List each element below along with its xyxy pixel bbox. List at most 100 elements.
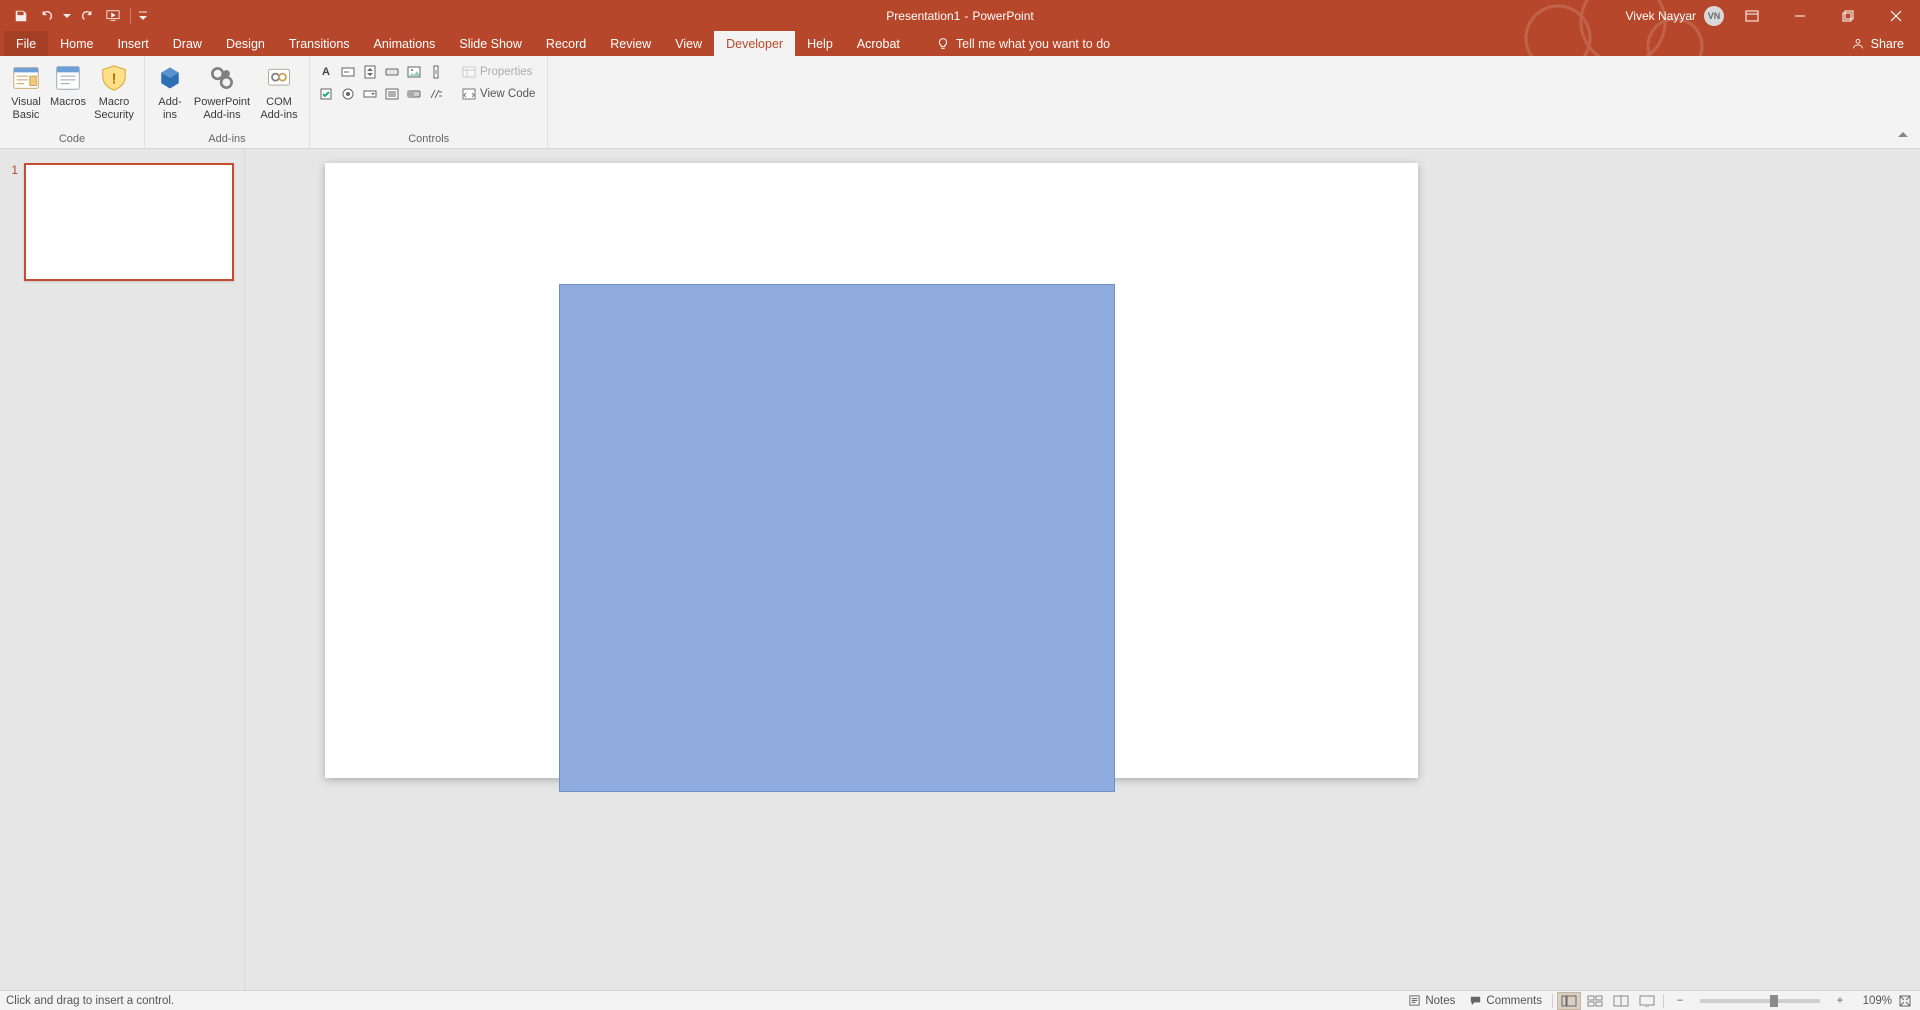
thumbnail-1[interactable]: 1 xyxy=(6,163,234,281)
tab-view[interactable]: View xyxy=(663,31,714,56)
tab-help[interactable]: Help xyxy=(795,31,845,56)
comments-button[interactable]: Comments xyxy=(1463,992,1548,1010)
tab-insert[interactable]: Insert xyxy=(106,31,161,56)
view-code-label: View Code xyxy=(480,88,535,100)
tab-acrobat[interactable]: Acrobat xyxy=(845,31,912,56)
control-textbox-button[interactable] xyxy=(338,62,358,82)
tab-review[interactable]: Review xyxy=(598,31,663,56)
share-label: Share xyxy=(1871,37,1904,51)
undo-more-button[interactable] xyxy=(62,5,72,27)
tab-developer[interactable]: Developer xyxy=(714,31,795,56)
addins-button[interactable]: Add- ins xyxy=(151,58,189,121)
control-label-button[interactable]: A xyxy=(316,62,336,82)
start-from-beginning-button[interactable] xyxy=(102,5,124,27)
activex-control-placeholder[interactable] xyxy=(559,284,1115,792)
control-combobox-button[interactable] xyxy=(360,84,380,104)
slide-thumbnails-pane[interactable]: 1 xyxy=(0,149,245,990)
slide-sorter-view-button[interactable] xyxy=(1583,992,1607,1010)
title-separator: - xyxy=(964,9,968,23)
com-addins-button[interactable]: COM Add-ins xyxy=(255,58,303,121)
tell-me-search[interactable]: Tell me what you want to do xyxy=(924,31,1122,56)
save-button[interactable] xyxy=(10,5,32,27)
control-morecontrols-button[interactable] xyxy=(426,84,446,104)
view-code-button[interactable]: View Code xyxy=(456,84,541,104)
avatar[interactable]: VN xyxy=(1704,6,1724,26)
control-optionbutton-button[interactable] xyxy=(338,84,358,104)
zoom-in-button[interactable]: + xyxy=(1828,992,1852,1010)
tab-transitions[interactable]: Transitions xyxy=(277,31,362,56)
title-bar: Presentation1 - PowerPoint Vivek Nayyar … xyxy=(0,0,1920,31)
reading-view-button[interactable] xyxy=(1609,992,1633,1010)
quick-access-toolbar xyxy=(0,5,149,27)
ribbon-display-options-button[interactable] xyxy=(1732,0,1772,31)
group-controls-label: Controls xyxy=(408,131,449,148)
tab-record[interactable]: Record xyxy=(534,31,598,56)
visual-basic-button[interactable]: Visual Basic xyxy=(6,58,46,121)
comments-label: Comments xyxy=(1486,995,1542,1007)
slideshow-view-button[interactable] xyxy=(1635,992,1659,1010)
status-bar: Click and drag to insert a control. Note… xyxy=(0,990,1920,1010)
slide-editor[interactable] xyxy=(245,149,1920,990)
maximize-button[interactable] xyxy=(1828,0,1868,31)
tab-draw[interactable]: Draw xyxy=(161,31,214,56)
tab-design[interactable]: Design xyxy=(214,31,277,56)
customize-qat-button[interactable] xyxy=(137,5,149,27)
group-code: Visual Basic Macros ! Macro Security Cod… xyxy=(0,56,145,148)
powerpoint-addins-icon xyxy=(206,62,238,94)
macro-security-button[interactable]: ! Macro Security xyxy=(90,58,138,121)
notes-label: Notes xyxy=(1425,995,1455,1007)
tab-file[interactable]: File xyxy=(4,31,48,56)
share-icon xyxy=(1851,37,1865,51)
document-name: Presentation1 xyxy=(886,9,960,23)
tab-slide-show[interactable]: Slide Show xyxy=(447,31,534,56)
normal-view-button[interactable] xyxy=(1557,992,1581,1010)
control-commandbutton-button[interactable] xyxy=(382,62,402,82)
zoom-out-button[interactable]: − xyxy=(1668,992,1692,1010)
visual-basic-label: Visual Basic xyxy=(11,96,41,121)
minimize-button[interactable] xyxy=(1780,0,1820,31)
tab-home[interactable]: Home xyxy=(48,31,105,56)
group-controls: A Proper xyxy=(310,56,548,148)
user-name[interactable]: Vivek Nayyar xyxy=(1626,9,1696,23)
zoom-slider[interactable] xyxy=(1700,999,1820,1003)
slide-canvas[interactable] xyxy=(325,163,1418,778)
addins-label: Add- ins xyxy=(158,96,181,121)
collapse-ribbon-button[interactable] xyxy=(1894,126,1912,144)
ribbon-tabs: File Home Insert Draw Design Transitions… xyxy=(0,31,1920,56)
app-name: PowerPoint xyxy=(972,9,1033,23)
macros-label: Macros xyxy=(50,96,86,109)
control-listbox-button[interactable] xyxy=(382,84,402,104)
control-spinbutton-button[interactable] xyxy=(360,62,380,82)
zoom-slider-thumb[interactable] xyxy=(1770,995,1778,1007)
control-checkbox-button[interactable] xyxy=(316,84,336,104)
properties-label: Properties xyxy=(480,66,532,78)
group-code-label: Code xyxy=(59,131,85,148)
status-message: Click and drag to insert a control. xyxy=(6,995,174,1007)
properties-icon xyxy=(462,65,476,79)
share-button[interactable]: Share xyxy=(1835,31,1920,56)
controls-palette: A xyxy=(316,58,446,104)
control-togglebutton-button[interactable] xyxy=(404,84,424,104)
undo-button[interactable] xyxy=(36,5,58,27)
control-scrollbar-button[interactable] xyxy=(426,62,446,82)
control-image-button[interactable] xyxy=(404,62,424,82)
tab-animations[interactable]: Animations xyxy=(362,31,448,56)
work-area: 1 xyxy=(0,149,1920,990)
macro-security-label: Macro Security xyxy=(94,96,134,121)
thumbnail-preview[interactable] xyxy=(24,163,234,281)
macro-security-icon: ! xyxy=(98,62,130,94)
close-button[interactable] xyxy=(1876,0,1916,31)
powerpoint-addins-button[interactable]: PowerPoint Add-ins xyxy=(191,58,253,121)
view-code-icon xyxy=(462,87,476,101)
group-addins: Add- ins PowerPoint Add-ins COM Add-ins … xyxy=(145,56,310,148)
comments-icon xyxy=(1469,994,1482,1007)
group-addins-label: Add-ins xyxy=(208,131,245,148)
macros-button[interactable]: Macros xyxy=(48,58,88,109)
notes-button[interactable]: Notes xyxy=(1402,992,1461,1010)
redo-button[interactable] xyxy=(76,5,98,27)
addins-icon xyxy=(154,62,186,94)
properties-button: Properties xyxy=(456,62,541,82)
com-addins-icon xyxy=(263,62,295,94)
zoom-percent[interactable]: 109% xyxy=(1854,995,1894,1007)
fit-to-window-button[interactable] xyxy=(1896,992,1914,1010)
